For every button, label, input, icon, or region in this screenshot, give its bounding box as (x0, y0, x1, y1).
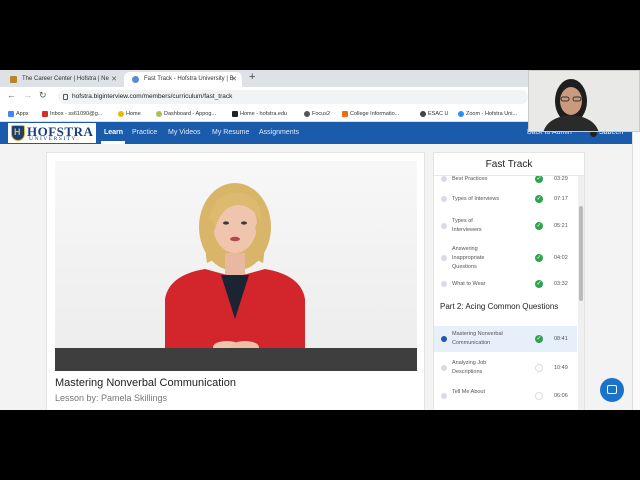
lesson-item[interactable]: Types of Interviews ✓ 07:17 (434, 190, 577, 208)
logo-subtext: UNIVERSITY. (29, 136, 80, 142)
sidebar-scrollbar[interactable] (578, 176, 584, 410)
lesson-card: Mastering Nonverbal Communication Lesson… (46, 152, 425, 410)
incomplete-circle-icon (535, 364, 543, 372)
nav-my-videos[interactable]: My Videos (168, 122, 201, 144)
sidebar-title: Fast Track (434, 153, 584, 176)
bookmark-apps[interactable]: Apps (8, 110, 29, 119)
lesson-item[interactable]: Answering Inappropriate Questions ✓ 04:0… (434, 244, 577, 272)
hofstra-favicon-icon (10, 76, 17, 83)
page-scrollbar[interactable] (632, 122, 640, 410)
globe-icon (420, 111, 426, 117)
bullet-icon (441, 223, 447, 229)
bookmark-home[interactable]: Home (118, 110, 141, 119)
college-favicon-icon (342, 111, 348, 117)
lesson-list: Best Practices ✓ 03:29 Types of Intervie… (434, 176, 577, 410)
presenter-image (165, 183, 305, 359)
lesson-item[interactable]: Types of Interviewers ✓ 05:21 (434, 214, 577, 238)
reload-icon[interactable]: ↻ (39, 90, 47, 101)
chat-bubble-icon[interactable] (600, 378, 624, 402)
video-player[interactable] (55, 161, 417, 371)
curriculum-sidebar: Fast Track Best Practices ✓ 03:29 Types … (433, 152, 585, 410)
bullet-icon (441, 196, 447, 202)
check-icon: ✓ (535, 195, 543, 203)
nav-assignments[interactable]: Assignments (259, 122, 299, 144)
bookmark-hofstra-home[interactable]: Home - hofstra.edu (232, 110, 287, 119)
lesson-item[interactable]: Tell Me About 06:06 (434, 386, 577, 408)
tab-title: Fast Track - Hofstra University | B (144, 76, 234, 82)
check-icon: ✓ (535, 335, 543, 343)
gmail-icon (42, 111, 48, 117)
tab-fast-track[interactable]: Fast Track - Hofstra University | B ✕ (124, 72, 242, 87)
nav-practice[interactable]: Practice (132, 122, 157, 144)
home-favicon-icon (118, 111, 124, 117)
hofstra-favicon-icon (232, 111, 238, 117)
zoom-icon (458, 111, 464, 117)
desk (55, 348, 417, 371)
check-icon: ✓ (535, 280, 543, 288)
url-input[interactable]: hofstra.biginterview.com/members/curricu… (58, 90, 528, 104)
shield-icon: H (11, 125, 25, 141)
lesson-author: Lesson by: Pamela Skillings (55, 393, 168, 403)
scrollbar-thumb[interactable] (579, 206, 583, 301)
biginterview-favicon-icon (132, 76, 139, 83)
lesson-item[interactable]: Best Practices ✓ 03:29 (434, 176, 577, 186)
webcam-overlay (528, 70, 640, 132)
check-icon: ✓ (535, 254, 543, 262)
bullet-icon (441, 176, 447, 182)
focus2-favicon-icon (304, 111, 310, 117)
bookmark-dashboard[interactable]: Dashboard - Appog... (156, 110, 216, 119)
bookmark-college-info[interactable]: College Informatio... (342, 110, 399, 119)
check-icon: ✓ (535, 222, 543, 230)
back-arrow-icon[interactable]: ← (7, 90, 16, 100)
bookmark-inbox[interactable]: Inbox - ss61090@g... (42, 110, 102, 119)
main-content: Mastering Nonverbal Communication Lesson… (0, 144, 632, 410)
webcam-person (543, 79, 599, 131)
check-icon: ✓ (535, 176, 543, 183)
lesson-item[interactable]: What to Wear ✓ 03:32 (434, 276, 577, 292)
apps-grid-icon (8, 111, 14, 117)
close-icon[interactable]: ✕ (231, 72, 237, 87)
bullet-icon (441, 336, 447, 342)
section-title: Part 2: Acing Common Questions (440, 302, 559, 311)
dashboard-favicon-icon (156, 111, 162, 117)
lock-icon (63, 94, 68, 100)
tab-career-center[interactable]: The Career Center | Hofstra | Ne ✕ (2, 72, 122, 87)
hofstra-logo[interactable]: H HOFSTRA UNIVERSITY. (8, 123, 96, 143)
lesson-title: Mastering Nonverbal Communication (55, 377, 236, 389)
incomplete-circle-icon (535, 392, 543, 400)
lesson-item-active[interactable]: Mastering Nonverbal Communication ✓ 08:4… (434, 326, 577, 352)
close-icon[interactable]: ✕ (111, 72, 117, 87)
nav-my-resume[interactable]: My Resume (212, 122, 249, 144)
url-text: hofstra.biginterview.com/members/curricu… (72, 93, 233, 100)
bullet-icon (441, 255, 447, 261)
forward-arrow-icon[interactable]: → (23, 90, 32, 100)
tab-title: The Career Center | Hofstra | Ne (22, 76, 109, 82)
lesson-item[interactable]: Analyzing Job Descriptions 10:49 (434, 356, 577, 380)
new-tab-plus-icon[interactable]: + (249, 71, 255, 83)
bullet-icon (441, 393, 447, 399)
bookmark-focus2[interactable]: Focus2 (304, 110, 330, 119)
bookmark-zoom[interactable]: Zoom - Hofstra Uni... (458, 110, 517, 119)
bookmark-esac[interactable]: ESAC U (420, 110, 448, 119)
bullet-icon (441, 365, 447, 371)
bullet-icon (441, 281, 447, 287)
